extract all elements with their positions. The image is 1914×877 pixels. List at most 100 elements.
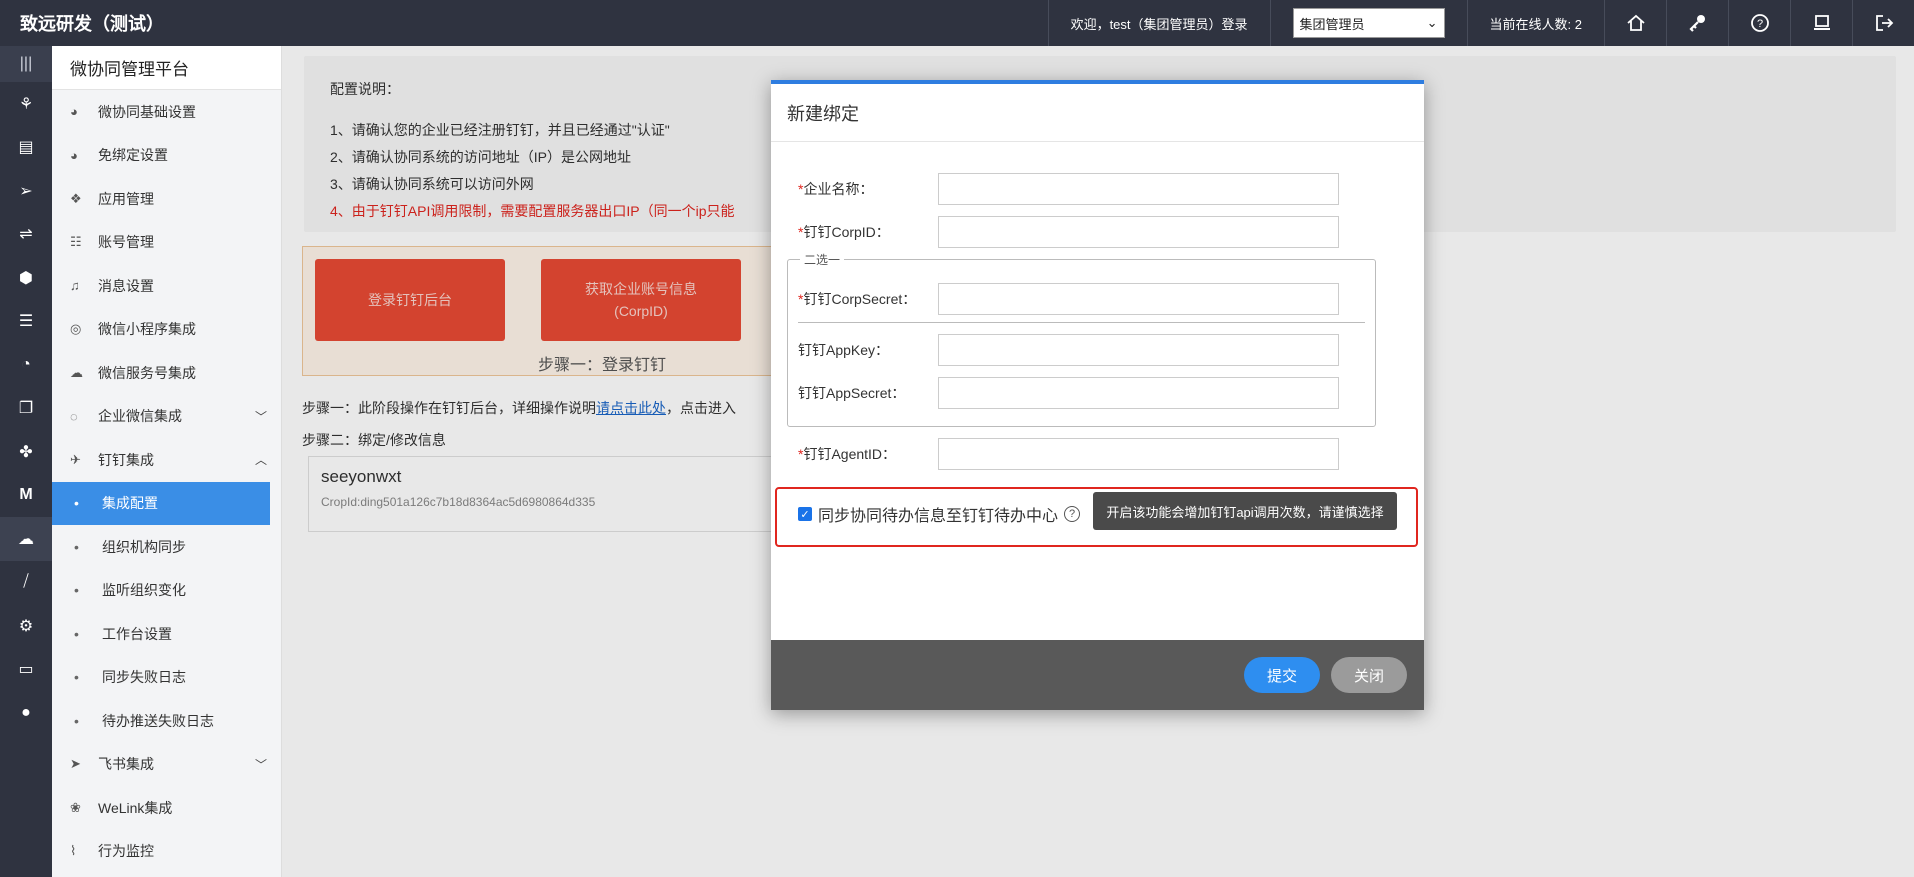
menu-item-service-account[interactable]: ☁ 微信服务号集成 bbox=[52, 351, 281, 395]
box-icon[interactable]: ⬢ bbox=[0, 256, 52, 300]
menu-item-label: 微协同基础设置 bbox=[98, 103, 196, 120]
menu-item-label: 行为监控 bbox=[98, 843, 154, 860]
bullet-icon: • bbox=[74, 712, 79, 729]
app-secret-row: 钉钉AppSecret： bbox=[798, 377, 1339, 409]
menu-item-label: 同步失败日志 bbox=[102, 669, 186, 686]
menu-item-workbench[interactable]: • 工作台设置 bbox=[52, 612, 281, 656]
top-bar: 致远研发（测试） 欢迎，test（集团管理员）登录 集团管理员 ⌄ 当前在线人数… bbox=[0, 0, 1914, 46]
menu-item-label: 待办推送失败日志 bbox=[102, 712, 214, 729]
gauge-icon: ◕ bbox=[70, 147, 78, 163]
home-icon[interactable] bbox=[1604, 0, 1666, 46]
m-icon[interactable]: M bbox=[0, 474, 52, 518]
agent-id-input[interactable] bbox=[938, 438, 1339, 470]
flow-icon[interactable]: ⇌ bbox=[0, 213, 52, 257]
menu-item-org-listen[interactable]: • 监听组织变化 bbox=[52, 569, 281, 613]
question-icon[interactable]: ? bbox=[1064, 506, 1081, 522]
user-icon[interactable]: ● bbox=[0, 691, 52, 735]
send-icon[interactable]: ➢ bbox=[0, 169, 52, 213]
app-key-label: 钉钉AppKey： bbox=[798, 342, 890, 358]
monitor-icon[interactable]: ▭ bbox=[0, 648, 52, 692]
speed-icon[interactable]: ◔ bbox=[0, 343, 52, 387]
app-secret-input[interactable] bbox=[938, 377, 1339, 409]
new-binding-dialog: 新建绑定 *企业名称： *钉钉CorpID： 二选一 *钉钉CorpSecret… bbox=[771, 80, 1424, 710]
menu-item-todo-fail-log[interactable]: • 待办推送失败日志 bbox=[52, 699, 281, 743]
gauge-icon: ◕ bbox=[70, 104, 78, 120]
server-icon[interactable]: ☰ bbox=[0, 300, 52, 344]
menu-item-label: 免绑定设置 bbox=[98, 147, 168, 164]
corp-id-input[interactable] bbox=[938, 216, 1339, 248]
menu-item-label: 微信服务号集成 bbox=[98, 364, 196, 381]
menu-item-apps[interactable]: ❖ 应用管理 bbox=[52, 177, 281, 221]
compass-icon: ◎ bbox=[70, 321, 82, 337]
menu-item-label: 工作台设置 bbox=[102, 625, 172, 642]
menu-item-label: 监听组织变化 bbox=[102, 582, 186, 599]
menu-item-messages[interactable]: ♫ 消息设置 bbox=[52, 264, 281, 308]
menu-item-label: 消息设置 bbox=[98, 277, 154, 294]
dingtalk-icon: ✈ bbox=[70, 451, 81, 467]
corp-id-label: 钉钉CorpID： bbox=[803, 224, 890, 240]
role-select-value: 集团管理员 bbox=[1299, 16, 1365, 32]
menu-item-org-sync[interactable]: • 组织机构同步 bbox=[52, 525, 281, 569]
menu-item-integration-config[interactable]: • 集成配置 bbox=[52, 481, 270, 525]
user-list-icon: ☷ bbox=[70, 234, 82, 250]
menu-item-basic[interactable]: ◕ 微协同基础设置 bbox=[52, 90, 281, 134]
key-icon[interactable] bbox=[1666, 0, 1728, 46]
corp-name-input[interactable] bbox=[938, 173, 1339, 205]
menu-item-label: 飞书集成 bbox=[98, 756, 154, 773]
menu-item-sync-fail-log[interactable]: • 同步失败日志 bbox=[52, 656, 281, 700]
screen-icon[interactable] bbox=[1790, 0, 1852, 46]
huawei-icon: ❀ bbox=[70, 799, 81, 815]
corp-secret-label: 钉钉CorpSecret： bbox=[803, 291, 917, 307]
wechat-icon[interactable]: ☁ bbox=[0, 517, 52, 561]
online-count: 当前在线人数: 2 bbox=[1466, 0, 1604, 46]
bullet-icon: • bbox=[74, 495, 79, 512]
role-select[interactable]: 集团管理员 ⌄ bbox=[1292, 8, 1445, 38]
bullet-icon: • bbox=[74, 538, 79, 555]
welcome-text: 欢迎，test（集团管理员）登录 bbox=[1047, 0, 1270, 46]
settings-icon[interactable]: ⚙ bbox=[0, 604, 52, 648]
sync-todo-checkbox[interactable]: ✓ bbox=[798, 507, 812, 521]
menu-item-wecom[interactable]: ◌ 企业微信集成 ﹀ bbox=[52, 395, 281, 439]
menu-title: 微协同管理平台 bbox=[52, 46, 281, 90]
submit-button[interactable]: 提交 bbox=[1244, 657, 1320, 693]
list-icon[interactable]: ▤ bbox=[0, 126, 52, 170]
close-button[interactable]: 关闭 bbox=[1331, 657, 1407, 693]
bell-icon: ♫ bbox=[70, 278, 80, 294]
bullet-icon: • bbox=[74, 625, 79, 642]
corp-secret-row: *钉钉CorpSecret： bbox=[798, 283, 1339, 315]
menu-item-miniprogram[interactable]: ◎ 微信小程序集成 bbox=[52, 308, 281, 352]
sync-todo-label: 同步协同待办信息至钉钉待办中心 bbox=[818, 508, 1059, 525]
bullet-icon: • bbox=[74, 582, 79, 599]
corp-secret-input[interactable] bbox=[938, 283, 1339, 315]
apps-icon[interactable]: ✤ bbox=[0, 430, 52, 474]
choose-one-legend: 二选一 bbox=[800, 251, 845, 268]
logout-icon[interactable] bbox=[1852, 0, 1914, 46]
corp-name-label: 企业名称： bbox=[803, 181, 874, 197]
menu-item-label: 账号管理 bbox=[98, 234, 154, 251]
side-menu: 微协同管理平台 ◕ 微协同基础设置 ◕ 免绑定设置 ❖ 应用管理 ☷ 账号管理 ♫ 消息设… bbox=[52, 46, 282, 877]
menu-item-welink[interactable]: ❀ WeLink集成 bbox=[52, 786, 281, 830]
app-key-input[interactable] bbox=[938, 334, 1339, 366]
divider bbox=[798, 322, 1365, 323]
menu-item-accounts[interactable]: ☷ 账号管理 bbox=[52, 221, 281, 265]
doc-icon[interactable]: ❐ bbox=[0, 387, 52, 431]
dialog-title: 新建绑定 bbox=[771, 84, 1424, 142]
menu-item-feishu[interactable]: ➤ 飞书集成 ﹀ bbox=[52, 743, 281, 787]
org-icon[interactable]: ⚘ bbox=[0, 82, 52, 126]
svg-text:?: ? bbox=[1756, 18, 1762, 30]
menu-toggle-icon[interactable]: ||| bbox=[0, 46, 52, 82]
menu-item-dingtalk[interactable]: ✈ 钉钉集成 ︿ bbox=[52, 438, 281, 482]
help-icon[interactable]: ? bbox=[1728, 0, 1790, 46]
code-icon[interactable]: ⧸ bbox=[0, 561, 52, 605]
pulse-icon: ⌇ bbox=[70, 843, 77, 859]
menu-item-behavior-monitor[interactable]: ⌇ 行为监控 bbox=[52, 830, 281, 874]
cubes-icon: ❖ bbox=[70, 190, 82, 206]
menu-item-no-bind[interactable]: ◕ 免绑定设置 bbox=[52, 134, 281, 178]
corp-name-row: *企业名称： bbox=[798, 173, 1339, 205]
chevron-down-icon: ⌄ bbox=[1426, 15, 1438, 30]
menu-item-label: 集成配置 bbox=[102, 495, 158, 512]
menu-item-label: 钉钉集成 bbox=[98, 451, 154, 468]
icon-rail: ||| ⚘ ▤ ➢ ⇌ ⬢ ☰ ◔ ❐ ✤ M ☁ ⧸ ⚙ ▭ ● bbox=[0, 46, 52, 877]
menu-item-label: 组织机构同步 bbox=[102, 538, 186, 555]
app-secret-label: 钉钉AppSecret： bbox=[798, 385, 906, 401]
